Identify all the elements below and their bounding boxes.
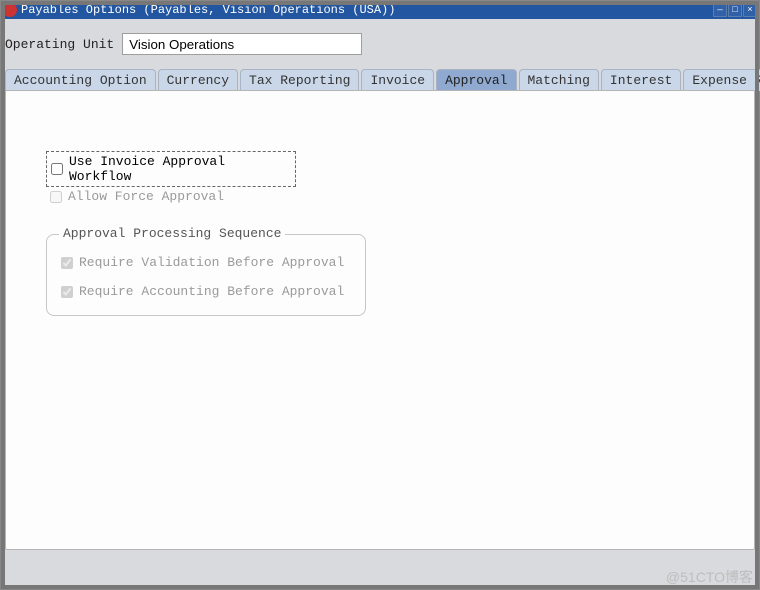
approval-processing-sequence-group: Approval Processing Sequence Require Val… [46, 234, 366, 316]
require-accounting-row: Require Accounting Before Approval [61, 282, 351, 301]
window-content: Operating Unit Accounting Option Currenc… [1, 19, 759, 589]
approval-panel: Use Invoice Approval Workflow Allow Forc… [5, 90, 755, 550]
operating-unit-label: Operating Unit [5, 37, 114, 52]
watermark: @51CTO博客 [666, 567, 753, 587]
tab-currency[interactable]: Currency [158, 69, 238, 91]
allow-force-approval-label: Allow Force Approval [68, 189, 224, 204]
tab-matching[interactable]: Matching [519, 69, 599, 91]
use-workflow-row: Use Invoice Approval Workflow [46, 151, 296, 187]
tab-accounting-option[interactable]: Accounting Option [5, 69, 156, 91]
tab-approval[interactable]: Approval [436, 69, 516, 91]
require-accounting-label: Require Accounting Before Approval [79, 284, 344, 299]
use-invoice-approval-workflow-checkbox[interactable] [51, 163, 63, 175]
titlebar: Payables Options (Payables, Vision Opera… [1, 1, 759, 19]
minimize-button[interactable]: — [713, 3, 727, 17]
allow-force-row: Allow Force Approval [46, 187, 296, 206]
require-validation-checkbox [61, 257, 73, 269]
operating-unit-row: Operating Unit [5, 25, 755, 69]
allow-force-approval-checkbox [50, 191, 62, 203]
require-validation-label: Require Validation Before Approval [79, 255, 344, 270]
close-button[interactable]: × [743, 3, 757, 17]
restore-button[interactable]: □ [728, 3, 742, 17]
approval-processing-sequence-title: Approval Processing Sequence [59, 226, 285, 241]
use-invoice-approval-workflow-label: Use Invoice Approval Workflow [69, 154, 291, 184]
require-validation-row: Require Validation Before Approval [61, 253, 351, 272]
oracle-icon [3, 3, 17, 17]
tab-invoice[interactable]: Invoice [361, 69, 434, 91]
tabstrip: Accounting Option Currency Tax Reporting… [5, 69, 755, 91]
tab-tax-reporting[interactable]: Tax Reporting [240, 69, 359, 91]
require-accounting-checkbox [61, 286, 73, 298]
operating-unit-field[interactable] [122, 33, 362, 55]
tab-expense-report[interactable]: Expense Report [683, 69, 760, 91]
tab-interest[interactable]: Interest [601, 69, 681, 91]
window-title: Payables Options (Payables, Vision Opera… [21, 3, 712, 17]
